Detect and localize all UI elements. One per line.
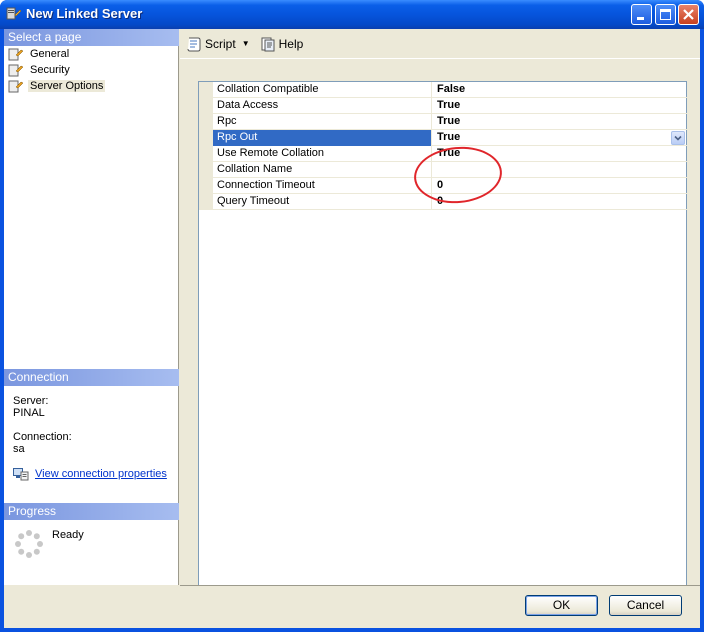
- title-bar[interactable]: New Linked Server: [0, 0, 704, 29]
- page-item-security[interactable]: Security: [8, 62, 72, 77]
- grid-row-data-access[interactable]: Data Access True: [213, 98, 687, 114]
- progress-status: Ready: [52, 529, 84, 541]
- property-value-combo[interactable]: True: [433, 130, 687, 146]
- maximize-icon: [660, 9, 671, 20]
- property-value[interactable]: False: [433, 82, 687, 98]
- script-label: Script: [205, 36, 236, 51]
- grid-row-collation-compatible[interactable]: Collation Compatible False: [213, 82, 687, 98]
- close-icon: [683, 9, 694, 20]
- property-name: Query Timeout: [213, 194, 432, 210]
- minimize-icon: [637, 17, 644, 20]
- view-connection-link[interactable]: View connection properties: [35, 468, 167, 480]
- dialog-window: New Linked Server Select a page General …: [0, 0, 704, 632]
- property-name: Collation Name: [213, 162, 432, 178]
- cancel-button[interactable]: Cancel: [609, 595, 682, 616]
- property-value[interactable]: True: [433, 114, 687, 130]
- grid-row-rpc[interactable]: Rpc True: [213, 114, 687, 130]
- property-name: Rpc: [213, 114, 432, 130]
- page-item-label: Security: [30, 63, 70, 76]
- select-page-header: Select a page: [4, 29, 179, 46]
- page-item-label: Server Options: [28, 79, 106, 92]
- help-button[interactable]: Help: [260, 36, 304, 52]
- script-button[interactable]: Script ▼: [186, 36, 250, 52]
- page-wrench-icon: [8, 48, 24, 60]
- server-value: PINAL: [13, 407, 45, 419]
- close-button[interactable]: [678, 4, 699, 25]
- progress-spinner-icon: [15, 530, 43, 558]
- left-panel: Select a page General Security Server Op…: [4, 29, 179, 585]
- minimize-button[interactable]: [631, 4, 652, 25]
- property-value: True: [437, 131, 461, 143]
- property-name: Use Remote Collation: [213, 146, 432, 162]
- dialog-client: Select a page General Security Server Op…: [4, 29, 700, 628]
- page-item-general[interactable]: General: [8, 46, 71, 61]
- window-title: New Linked Server: [26, 6, 143, 21]
- property-name: Connection Timeout: [213, 178, 432, 194]
- page-wrench-icon: [8, 64, 24, 76]
- property-value[interactable]: True: [433, 98, 687, 114]
- page-item-server-options[interactable]: Server Options: [8, 78, 106, 93]
- property-name: Rpc Out: [213, 130, 432, 146]
- toolbar: Script ▼ Help: [180, 29, 700, 59]
- connection-value: sa: [13, 443, 25, 455]
- connection-properties-icon: [13, 468, 29, 481]
- linked-server-icon: [6, 7, 22, 20]
- progress-header: Progress: [4, 503, 179, 520]
- property-name: Data Access: [213, 98, 432, 114]
- ok-button[interactable]: OK: [525, 595, 598, 616]
- connection-label: Connection:: [13, 431, 72, 443]
- server-label: Server:: [13, 395, 49, 407]
- chevron-down-icon: [674, 135, 682, 141]
- grid-row-rpc-out[interactable]: Rpc Out True: [213, 130, 687, 146]
- grid-left-margin: [199, 82, 213, 210]
- maximize-button[interactable]: [655, 4, 676, 25]
- help-label: Help: [278, 36, 304, 51]
- view-connection-properties[interactable]: View connection properties: [13, 467, 167, 481]
- property-name: Collation Compatible: [213, 82, 432, 98]
- script-icon: [187, 37, 201, 51]
- connection-header: Connection: [4, 369, 179, 386]
- page-wrench-icon: [8, 80, 24, 92]
- help-icon: [261, 37, 275, 51]
- script-dropdown-arrow-icon[interactable]: ▼: [242, 39, 250, 48]
- page-item-label: General: [30, 47, 70, 60]
- combo-dropdown-button[interactable]: [671, 131, 685, 145]
